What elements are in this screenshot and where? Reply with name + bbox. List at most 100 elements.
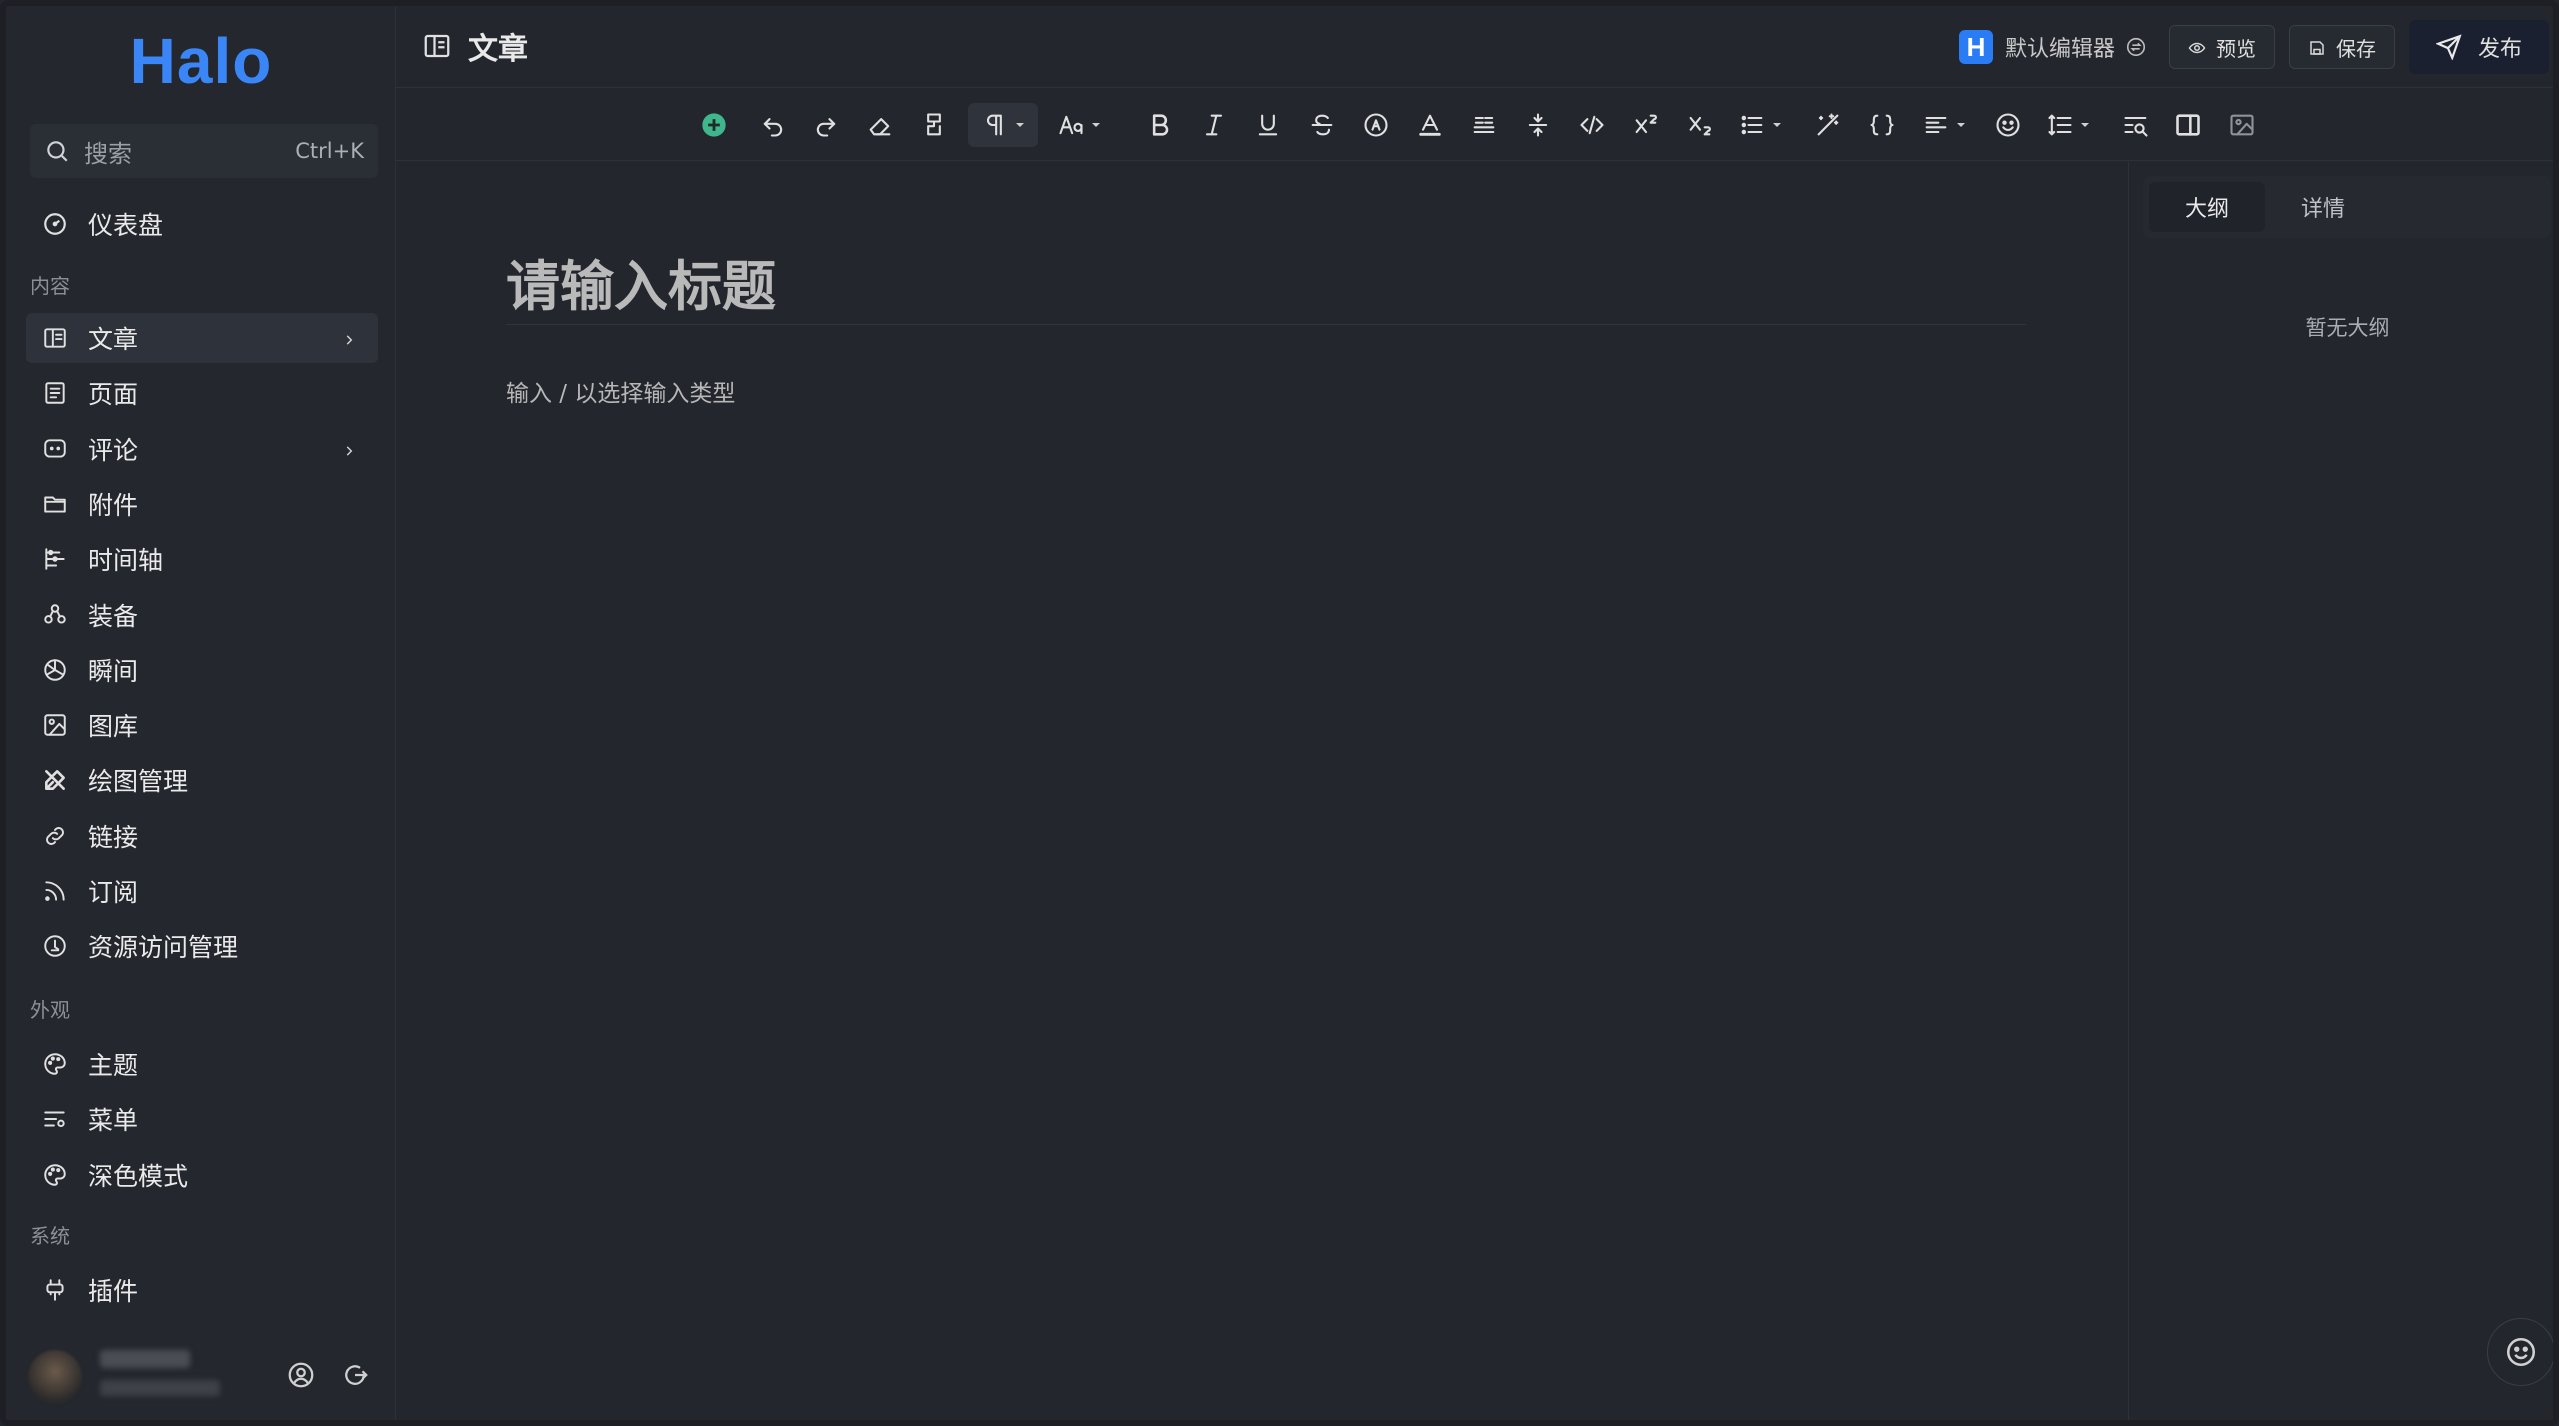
sidebar-item-menu[interactable]: 菜单 — [26, 1094, 378, 1144]
superscript-button[interactable] — [1624, 103, 1668, 147]
search-input[interactable]: 搜索 Ctrl+K — [30, 124, 378, 178]
emoji-button[interactable] — [1986, 103, 2030, 147]
underline-icon — [1254, 111, 1282, 139]
switch-icon — [2125, 36, 2147, 58]
image-button[interactable] — [2220, 103, 2264, 147]
align-icon — [1922, 111, 1950, 139]
list-button[interactable] — [1730, 103, 1790, 147]
bold-button[interactable] — [1138, 103, 1182, 147]
search-shortcut: Ctrl+K — [295, 139, 364, 163]
line-height-button[interactable] — [1516, 103, 1560, 147]
code-icon — [1578, 111, 1606, 139]
caret-down-icon — [1092, 123, 1100, 127]
mention-button[interactable] — [1354, 103, 1398, 147]
paragraph-icon — [981, 111, 1009, 139]
search-icon — [44, 138, 70, 164]
underline-button[interactable] — [1246, 103, 1290, 147]
tab-details[interactable]: 详情 — [2265, 182, 2381, 232]
logout-icon[interactable] — [340, 1360, 370, 1390]
text-color-button[interactable] — [1408, 103, 1452, 147]
magic-button[interactable] — [1806, 103, 1850, 147]
sidebar-item-page[interactable]: 页面 — [26, 368, 378, 418]
sidebar-item-label: 装备 — [88, 601, 139, 631]
eraser-button[interactable] — [858, 103, 902, 147]
eraser-icon — [866, 111, 894, 139]
caret-down-icon — [1016, 123, 1024, 127]
strike-button[interactable] — [1300, 103, 1344, 147]
sidebar-item-moment[interactable]: 瞬间 — [26, 645, 378, 695]
sidebar-item-drawing[interactable]: 绘图管理 — [26, 755, 378, 805]
sidebar-item-article[interactable]: 文章 — [26, 313, 378, 363]
equipment-icon — [42, 602, 68, 628]
highlight-icon — [1470, 111, 1498, 139]
sidebar-item-palette[interactable]: 主题 — [26, 1039, 378, 1089]
paragraph-button[interactable] — [968, 103, 1038, 147]
rss-icon — [42, 878, 68, 904]
format-painter-button[interactable] — [912, 103, 956, 147]
publish-button[interactable]: 发布 — [2408, 20, 2549, 74]
title-input[interactable]: 请输入标题 — [506, 242, 776, 321]
sidebar-item-label: 时间轴 — [88, 546, 164, 576]
highlight-button[interactable] — [1462, 103, 1506, 147]
title-divider — [506, 324, 2026, 325]
sidebar-item-equipment[interactable]: 装备 — [26, 590, 378, 640]
italic-button[interactable] — [1192, 103, 1236, 147]
preview-button[interactable]: 预览 — [2168, 25, 2275, 69]
sidebar-item-resource[interactable]: 资源访问管理 — [26, 921, 378, 971]
sidebar-item-dashboard[interactable]: 仪表盘 — [26, 199, 378, 249]
sidebar-item-label: 插件 — [88, 1277, 139, 1306]
editor-name: 默认编辑器 — [2004, 37, 2115, 62]
add-block-button[interactable] — [692, 103, 736, 147]
emoji-fab-button[interactable] — [2487, 1318, 2553, 1386]
sidebar-item-label: 附件 — [88, 490, 139, 520]
app-window: Halo 搜索 Ctrl+K 仪表盘 内容 文章 页面 评论 附件 时间轴 装备 瞬间 图库绘… — [0, 0, 2559, 1426]
caret-down-icon — [2081, 123, 2089, 127]
timeline-icon — [42, 546, 68, 572]
sidebar-item-label: 菜单 — [88, 1106, 139, 1136]
strike-icon — [1308, 111, 1336, 139]
article-icon — [42, 325, 68, 351]
profile-icon[interactable] — [286, 1360, 316, 1390]
sidebar-item-gallery[interactable]: 图库 — [26, 700, 378, 750]
editor-area[interactable]: 请输入标题 输入 / 以选择输入类型 — [396, 162, 2128, 1420]
drawing-icon — [42, 767, 68, 793]
dashboard-icon — [42, 211, 68, 237]
editor-switcher[interactable]: H 默认编辑器 — [1958, 30, 2147, 64]
magic-icon — [1814, 111, 1842, 139]
search-replace-button[interactable] — [2114, 103, 2158, 147]
sidebar-item-palette[interactable]: 深色模式 — [26, 1150, 378, 1200]
subscript-button[interactable] — [1678, 103, 1722, 147]
palette-icon — [42, 1162, 68, 1188]
code-button[interactable] — [1570, 103, 1614, 147]
align-button[interactable] — [1914, 103, 1974, 147]
line-spacing-icon — [2046, 111, 2074, 139]
sidebar-item-folder[interactable]: 附件 — [26, 479, 378, 529]
line-spacing-button[interactable] — [2038, 103, 2098, 147]
halo-logo[interactable]: Halo — [6, 24, 396, 98]
top-header: 文章 H 默认编辑器 预览 保存 发布 — [396, 6, 2553, 88]
page-icon — [42, 380, 68, 406]
sidebar-item-link[interactable]: 链接 — [26, 811, 378, 861]
group-system-label: 系统 — [30, 1224, 70, 1248]
sidebar-item-label: 图库 — [88, 712, 139, 742]
sidebar-item-timeline[interactable]: 时间轴 — [26, 534, 378, 584]
font-size-button[interactable] — [1048, 103, 1110, 147]
resource-icon — [42, 933, 68, 959]
code-block-button[interactable] — [1860, 103, 1904, 147]
sidebar-item-comment[interactable]: 评论 — [26, 424, 378, 474]
menu-icon — [42, 1106, 68, 1132]
link-icon — [42, 823, 68, 849]
sidebar-item-plugin[interactable]: 插件 — [26, 1265, 378, 1315]
user-profile[interactable] — [16, 1328, 386, 1418]
undo-button[interactable] — [751, 103, 795, 147]
sidebar-toggle-button[interactable] — [2166, 103, 2210, 147]
sidebar: Halo 搜索 Ctrl+K 仪表盘 内容 文章 页面 评论 附件 时间轴 装备 瞬间 图库绘… — [6, 6, 396, 1420]
sidebar-item-label: 深色模式 — [88, 1161, 189, 1191]
save-button[interactable]: 保存 — [2288, 25, 2395, 69]
sidebar-item-label: 订阅 — [88, 878, 139, 907]
group-appearance-label: 外观 — [30, 998, 70, 1022]
tab-outline[interactable]: 大纲 — [2149, 182, 2266, 232]
redo-button[interactable] — [804, 103, 848, 147]
body-input[interactable]: 输入 / 以选择输入类型 — [506, 374, 735, 408]
sidebar-item-rss[interactable]: 订阅 — [26, 866, 378, 916]
